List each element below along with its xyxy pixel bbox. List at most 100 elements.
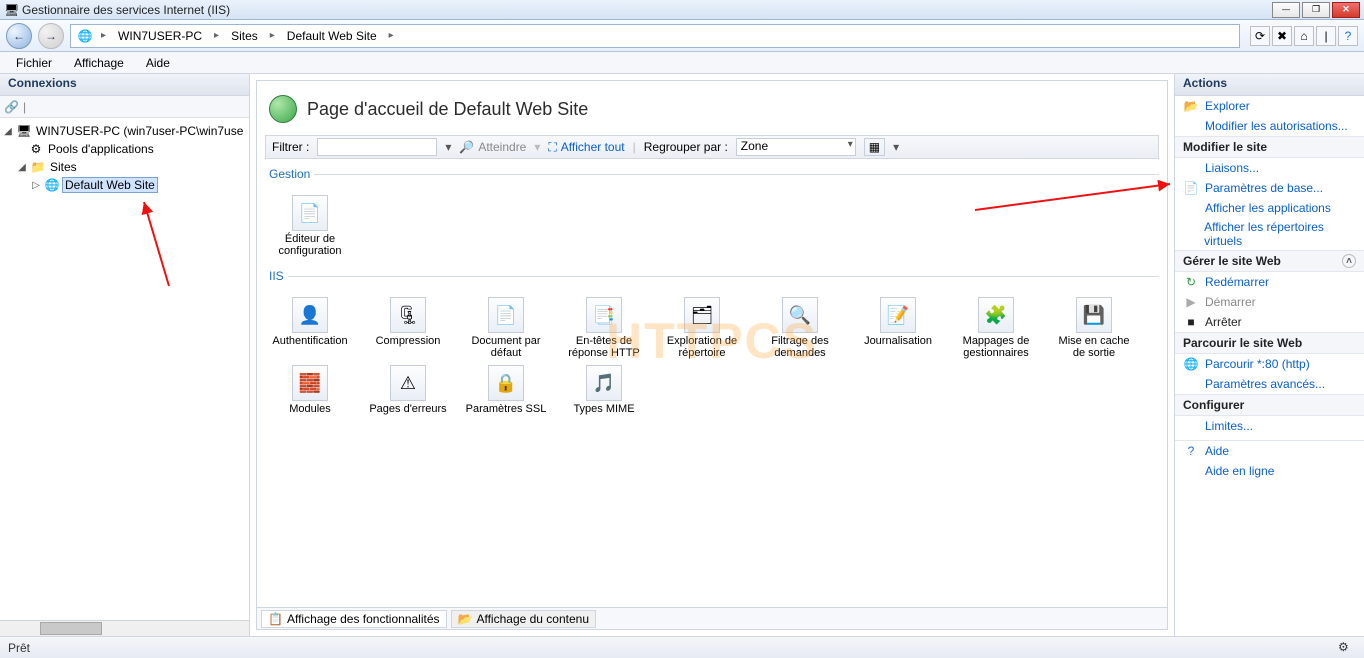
action-edit-permissions[interactable]: Modifier les autorisations... [1175, 116, 1364, 136]
feature-error-pages[interactable]: ⚠Pages d'erreurs [365, 365, 451, 427]
expand-icon[interactable]: ▷ [30, 180, 42, 191]
action-browse-80[interactable]: 🌐Parcourir *:80 (http) [1175, 354, 1364, 374]
feature-handler-map[interactable]: 🧩Mappages de gestionnaires [953, 297, 1039, 359]
action-view-applications[interactable]: Afficher les applications [1175, 198, 1364, 218]
stop-icon[interactable]: ✖ [1272, 26, 1292, 46]
output-cache-icon: 💾 [1076, 297, 1112, 333]
feature-modules[interactable]: 🧱Modules [267, 365, 353, 427]
title-bar: 🖥 Gestionnaire des services Internet (II… [0, 0, 1364, 20]
browse-icon: 🌐 [1183, 356, 1199, 372]
expand-icon[interactable]: ◢ [2, 126, 14, 137]
action-stop[interactable]: ■Arrêter [1175, 312, 1364, 332]
feature-label: Mappages de gestionnaires [953, 335, 1039, 359]
http-headers-icon: 📑 [586, 297, 622, 333]
menu-help[interactable]: Aide [136, 54, 180, 72]
connections-panel: Connexions 🔗 | ◢ WIN7USER-PC (win7user-P… [0, 74, 250, 636]
horiz-scrollbar[interactable] [0, 620, 249, 636]
feature-label: En-têtes de réponse HTTP [561, 335, 647, 359]
feature-label: Types MIME [573, 403, 634, 427]
maximize-button[interactable] [1302, 2, 1330, 18]
status-text: Prêt [8, 641, 30, 655]
app-icon: 🖥 [4, 3, 18, 17]
groupby-label: Regrouper par : [644, 140, 728, 154]
action-explore[interactable]: 📂Explorer [1175, 96, 1364, 116]
action-help[interactable]: ?Aide [1175, 441, 1364, 461]
action-start: ▶Démarrer [1175, 292, 1364, 312]
dir-browsing-icon: 🗂 [684, 297, 720, 333]
site-globe-icon [269, 95, 297, 123]
feature-logging[interactable]: 📝Journalisation [855, 297, 941, 359]
feature-mime-types[interactable]: 🎵Types MIME [561, 365, 647, 427]
breadcrumb-2[interactable]: Sites [227, 29, 262, 43]
minimize-button[interactable] [1272, 2, 1300, 18]
tree-sites[interactable]: ◢ Sites [0, 158, 249, 176]
feature-default-doc[interactable]: 📄Document par défaut [463, 297, 549, 359]
view-tabs: 📋 Affichage des fonctionnalités 📂 Affich… [256, 608, 1168, 630]
status-config-icon[interactable]: ⚙ [1338, 640, 1356, 656]
groupby-select[interactable]: Zone [736, 138, 856, 156]
breadcrumb-3[interactable]: Default Web Site [283, 29, 381, 43]
feature-output-cache[interactable]: 💾Mise en cache de sortie [1051, 297, 1137, 359]
refresh-icon[interactable]: ⟳ [1250, 26, 1270, 46]
back-button[interactable]: ← [6, 23, 32, 49]
main-layout: Connexions 🔗 | ◢ WIN7USER-PC (win7user-P… [0, 74, 1364, 636]
home-nav-icon[interactable]: ⌂ [1294, 26, 1314, 46]
ssl-settings-icon: 🔒 [488, 365, 524, 401]
nav-bar: ← → ▸ WIN7USER-PC ▸ Sites ▸ Default Web … [0, 20, 1364, 52]
modules-icon: 🧱 [292, 365, 328, 401]
action-basic-settings[interactable]: 📄Paramètres de base... [1175, 178, 1364, 198]
handler-map-icon: 🧩 [978, 297, 1014, 333]
connect-icon[interactable]: 🔗 [4, 100, 19, 114]
go-button[interactable]: 🔎 Atteindre [459, 140, 526, 154]
feature-http-headers[interactable]: 📑En-têtes de réponse HTTP [561, 297, 647, 359]
status-bar: Prêt ⚙ [0, 636, 1364, 658]
actions-header: Actions [1175, 74, 1364, 96]
feature-compression[interactable]: 🗜Compression [365, 297, 451, 359]
start-icon: ▶ [1183, 294, 1199, 310]
close-button[interactable] [1332, 2, 1360, 18]
menu-bar: Fichier Affichage Aide [0, 52, 1364, 74]
view-mode-icon[interactable]: ▦ [864, 138, 885, 156]
action-bindings[interactable]: Liaisons... [1175, 158, 1364, 178]
expand-icon[interactable]: ◢ [16, 162, 28, 173]
chevron-up-icon[interactable]: ˄ [1342, 254, 1356, 268]
default-doc-icon: 📄 [488, 297, 524, 333]
breadcrumb-sep: ▸ [99, 30, 108, 41]
action-restart[interactable]: ↻Redémarrer [1175, 272, 1364, 292]
tree-root[interactable]: ◢ WIN7USER-PC (win7user-PC\win7use [0, 122, 249, 140]
tab-features[interactable]: 📋 Affichage des fonctionnalités [261, 610, 447, 628]
breadcrumb-1[interactable]: WIN7USER-PC [114, 29, 206, 43]
connections-tree: ◢ WIN7USER-PC (win7user-PC\win7use Pools… [0, 118, 249, 620]
action-limits[interactable]: Limites... [1175, 416, 1364, 436]
feature-label: Exploration de répertoire [659, 335, 745, 359]
tab-content[interactable]: 📂 Affichage du contenu [451, 610, 597, 628]
tree-default-site[interactable]: ▷ Default Web Site [0, 176, 249, 194]
feature-ssl-settings[interactable]: 🔒Paramètres SSL [463, 365, 549, 427]
forward-button[interactable]: → [38, 23, 64, 49]
help-icon[interactable]: ? [1338, 26, 1358, 46]
action-view-virtual-dirs[interactable]: Afficher les répertoires virtuels [1175, 218, 1364, 250]
feature-label: Journalisation [864, 335, 932, 359]
feature-request-filter[interactable]: 🔍Filtrage des demandes [757, 297, 843, 359]
feature-config-editor[interactable]: 📄Éditeur de configuration [267, 195, 353, 257]
site-icon [44, 177, 60, 193]
address-bar[interactable]: ▸ WIN7USER-PC ▸ Sites ▸ Default Web Site… [70, 24, 1240, 48]
feature-label: Mise en cache de sortie [1051, 335, 1137, 359]
feature-label: Authentification [272, 335, 347, 359]
feature-authentication[interactable]: 👤Authentification [267, 297, 353, 359]
group-iis: IIS 👤Authentification🗜Compression📄Docume… [265, 269, 1159, 435]
section-manage-site: Gérer le site Web˄ [1175, 250, 1364, 272]
feature-dir-browsing[interactable]: 🗂Exploration de répertoire [659, 297, 745, 359]
filter-input[interactable] [317, 138, 437, 156]
tree-app-pools[interactable]: Pools d'applications [0, 140, 249, 158]
error-pages-icon: ⚠ [390, 365, 426, 401]
menu-view[interactable]: Affichage [64, 54, 134, 72]
menu-file[interactable]: Fichier [6, 54, 62, 72]
action-advanced-settings[interactable]: Paramètres avancés... [1175, 374, 1364, 394]
show-all-button[interactable]: ⛶ Afficher tout [548, 140, 624, 155]
action-online-help[interactable]: Aide en ligne [1175, 461, 1364, 481]
stop-icon: ■ [1183, 314, 1199, 330]
feature-view: HTTPCS Page d'accueil de Default Web Sit… [256, 80, 1168, 608]
feature-label: Éditeur de configuration [267, 233, 353, 257]
mime-types-icon: 🎵 [586, 365, 622, 401]
